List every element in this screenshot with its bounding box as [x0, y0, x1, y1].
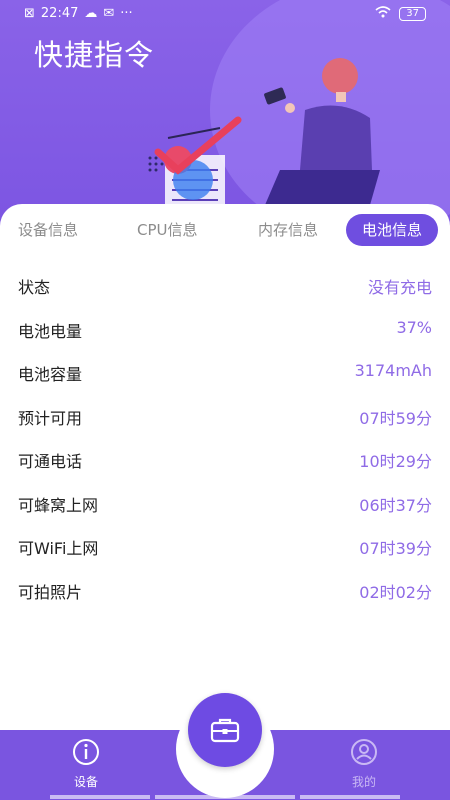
wifi-icon	[375, 6, 391, 22]
info-row-battery-capacity: 电池容量 3174mAh	[0, 355, 450, 399]
info-value: 37%	[396, 317, 432, 337]
tab-cpu-info[interactable]: CPU信息	[137, 214, 198, 246]
status-time: 22:47	[40, 6, 79, 21]
info-value: 3174mAh	[354, 361, 432, 380]
notification-icon: ⊠	[24, 6, 35, 21]
info-value: 07时59分	[359, 408, 432, 428]
info-row-estimated-usage: 预计可用 07时59分	[0, 399, 450, 443]
status-bar: ⊠ 22:47 ☁ ✉ ··· 37	[0, 0, 450, 30]
content-sheet: 设备信息 CPU信息 内存信息 电池信息 状态 没有充电 电池电量 37% 电池…	[0, 204, 450, 764]
home-indicator	[50, 795, 150, 799]
info-label: 电池电量	[18, 321, 83, 341]
more-icon: ···	[120, 6, 133, 21]
tab-battery-info[interactable]: 电池信息	[346, 214, 439, 246]
home-indicator	[155, 795, 295, 799]
info-label: 电池容量	[18, 365, 83, 384]
profile-icon	[351, 739, 377, 765]
battery-info-list: 状态 没有充电 电池电量 37% 电池容量 3174mAh 预计可用 07时59…	[0, 268, 450, 616]
toolbox-button[interactable]	[188, 693, 262, 767]
message-icon: ✉	[103, 6, 115, 21]
info-value: 06时37分	[359, 495, 432, 515]
briefcase-icon	[210, 718, 240, 743]
info-value: 没有充电	[367, 278, 432, 297]
info-row-status: 状态 没有充电	[0, 268, 450, 312]
info-label: 状态	[18, 278, 51, 297]
info-value: 02时02分	[359, 582, 432, 602]
info-row-photo-count: 可拍照片 02时02分	[0, 573, 450, 617]
tab-bar: 设备信息 CPU信息 内存信息 电池信息	[0, 214, 450, 246]
info-row-call-time: 可通电话 10时29分	[0, 442, 450, 486]
battery-indicator: 37	[399, 7, 426, 21]
info-label: 可拍照片	[18, 582, 83, 602]
info-label: 可WiFi上网	[18, 539, 99, 558]
info-value: 07时39分	[359, 539, 432, 558]
nav-item-profile[interactable]: 我的	[324, 738, 404, 790]
home-indicator	[300, 795, 400, 799]
info-label: 可蜂窝上网	[18, 495, 99, 515]
page-title: 快捷指令	[34, 38, 155, 72]
nav-label: 设备	[73, 775, 98, 789]
info-row-battery-level: 电池电量 37%	[0, 312, 450, 356]
info-row-cellular-time: 可蜂窝上网 06时37分	[0, 486, 450, 530]
info-icon	[73, 739, 99, 765]
tab-memory-info[interactable]: 内存信息	[258, 214, 318, 246]
header-banner: ⊠ 22:47 ☁ ✉ ··· 37 快捷指令	[0, 0, 450, 230]
nav-label: 我的	[351, 775, 376, 789]
info-label: 预计可用	[18, 408, 83, 428]
info-label: 可通电话	[18, 452, 83, 471]
nav-item-device[interactable]: 设备	[46, 738, 126, 790]
info-row-wifi-time: 可WiFi上网 07时39分	[0, 529, 450, 573]
tab-device-info[interactable]: 设备信息	[18, 214, 78, 246]
info-value: 10时29分	[359, 452, 432, 471]
cloud-icon: ☁	[84, 6, 98, 21]
